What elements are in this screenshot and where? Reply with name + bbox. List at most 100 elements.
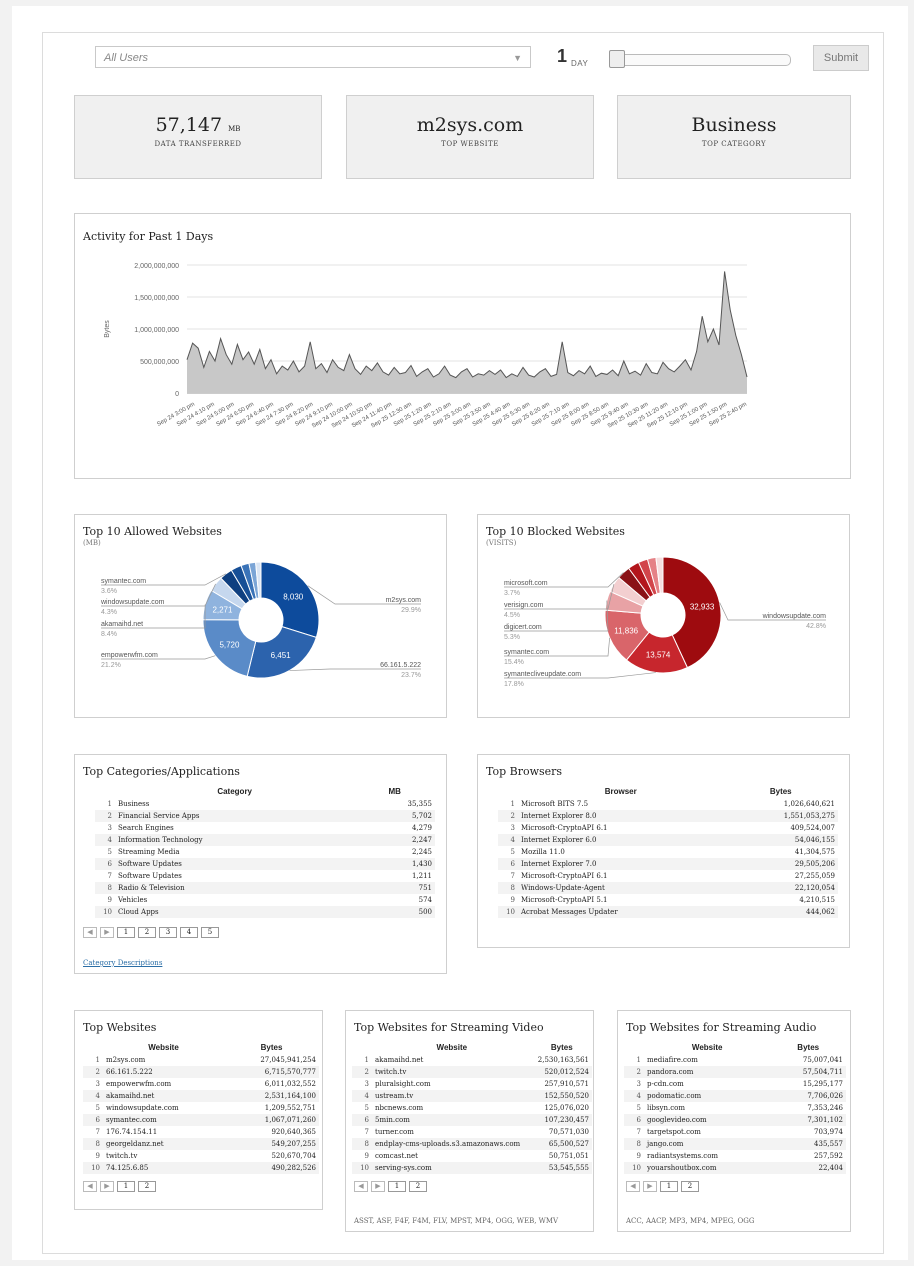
row-rank: 2	[498, 810, 518, 822]
legend-label: empowerwfm.com	[101, 652, 158, 659]
row-rank: 3	[636, 1080, 641, 1088]
table-row: 10 serving-sys.com 53,545,555	[352, 1162, 592, 1174]
row-rank: 7	[107, 872, 112, 880]
row-value: 1,209,552,751	[264, 1104, 316, 1112]
table-row: 1 akamaihd.net 2,530,163,561	[352, 1054, 592, 1066]
page-button[interactable]: 2	[681, 1181, 699, 1192]
row-rank: 1	[636, 1056, 641, 1064]
page-button[interactable]: 1	[388, 1181, 406, 1192]
prev-page-icon[interactable]: ◀	[83, 1181, 97, 1192]
row-value: 257,592	[814, 1152, 843, 1160]
submit-button[interactable]: Submit	[813, 45, 869, 71]
legend-label: verisign.com	[504, 602, 543, 609]
table-row: 9 twitch.tv 520,670,704	[83, 1150, 319, 1162]
col-header: Category	[217, 787, 253, 796]
row-value: 7,353,246	[807, 1104, 843, 1112]
page-button[interactable]: 1	[117, 1181, 135, 1192]
row-name: jango.com	[644, 1138, 771, 1150]
slice-value-label: 6,451	[271, 651, 292, 660]
row-name: Financial Service Apps	[115, 810, 355, 822]
row-value: 703,974	[814, 1128, 843, 1136]
table-row: 2 pandora.com 57,504,711	[624, 1066, 846, 1078]
legend-percent: 17.8%	[504, 681, 524, 688]
row-rank: 8	[624, 1138, 644, 1150]
page-button[interactable]: 3	[159, 927, 177, 938]
row-value: 7,301,102	[770, 1114, 846, 1126]
table-row: 10 Cloud Apps 500	[95, 906, 435, 918]
page-button[interactable]: 4	[180, 927, 198, 938]
row-name: turner.com	[375, 1128, 414, 1136]
row-value: 35,355	[407, 800, 433, 808]
row-value: 435,557	[770, 1138, 846, 1150]
row-name: Vehicles	[118, 896, 148, 904]
row-rank: 9	[364, 1152, 369, 1160]
row-rank: 1	[95, 1056, 100, 1064]
browsers-panel: Top Browsers Browser Bytes 1 Microsoft BI…	[477, 754, 850, 948]
row-value: 57,504,711	[770, 1066, 846, 1078]
video-panel: Top Websites for Streaming Video Website…	[345, 1010, 594, 1232]
row-name: podomatic.com	[644, 1090, 771, 1102]
y-axis-label: Bytes	[104, 320, 111, 338]
row-name: pluralsight.com	[375, 1080, 431, 1088]
table-row: 5 nbcnews.com 125,076,020	[352, 1102, 592, 1114]
user-select[interactable]: All Users ▼	[95, 46, 531, 68]
row-rank: 1	[364, 1056, 369, 1064]
legend-percent: 15.4%	[504, 659, 524, 666]
page-button[interactable]: 2	[409, 1181, 427, 1192]
row-rank: 4	[352, 1090, 372, 1102]
row-rank: 2	[352, 1066, 372, 1078]
row-name: symantec.com	[103, 1114, 225, 1126]
prev-page-icon[interactable]: ◀	[626, 1181, 640, 1192]
row-rank: 4	[624, 1090, 644, 1102]
row-value: 22,404	[770, 1162, 846, 1174]
prev-page-icon[interactable]: ◀	[83, 927, 97, 938]
row-value: 29,505,206	[723, 858, 838, 870]
page-button[interactable]: 1	[660, 1181, 678, 1192]
category-descriptions-link[interactable]: Category Descriptions	[83, 959, 162, 967]
table-row: 9 Vehicles 574	[95, 894, 435, 906]
page-button[interactable]: 5	[201, 927, 219, 938]
websites-title: Top Websites	[83, 1021, 157, 1034]
row-value: 751	[354, 882, 435, 894]
row-value: 574	[418, 896, 432, 904]
audio-panel: Top Websites for Streaming Audio Website…	[617, 1010, 851, 1232]
next-page-icon[interactable]: ▶	[371, 1181, 385, 1192]
slice-value-label: 13,574	[646, 651, 671, 660]
legend-label: m2sys.com	[386, 597, 422, 604]
prev-page-icon[interactable]: ◀	[354, 1181, 368, 1192]
row-value: 490,282,526	[224, 1162, 319, 1174]
page-button[interactable]: 2	[138, 1181, 156, 1192]
table-row: 2 66.161.5.222 6,715,570,777	[83, 1066, 319, 1078]
col-header: Bytes	[260, 1043, 283, 1052]
row-value: 15,295,177	[802, 1080, 843, 1088]
row-rank: 8	[498, 882, 518, 894]
row-rank: 5	[510, 848, 515, 856]
allowed-pie-chart: 8,030 6,451 5,720 2,271 m2sys.com 29.9% 66.161…	[100, 561, 422, 679]
row-rank: 4	[95, 834, 115, 846]
next-page-icon[interactable]: ▶	[100, 927, 114, 938]
row-name: targetspot.com	[647, 1128, 701, 1136]
row-rank: 1	[107, 800, 112, 808]
page-button[interactable]: 2	[138, 927, 156, 938]
categories-pager: ◀ ▶ 1 2 3 4 5	[83, 927, 219, 938]
row-value: 1,067,071,260	[224, 1114, 319, 1126]
y-tick-label: 0	[175, 391, 179, 398]
table-row: 7 targetspot.com 703,974	[624, 1126, 846, 1138]
slice-value-label: 2,271	[212, 605, 233, 614]
day-slider-handle[interactable]	[609, 50, 625, 68]
page-button[interactable]: 1	[117, 927, 135, 938]
row-name: youarshoutbox.com	[644, 1162, 771, 1174]
audio-formats: ACC, AACP, MP3, MP4, MPEG, OGG	[626, 1217, 755, 1225]
next-page-icon[interactable]: ▶	[643, 1181, 657, 1192]
kpi-top-website: m2sys.com TOP WEBSITE	[346, 95, 594, 179]
y-tick-label: 500,000,000	[140, 359, 179, 366]
browsers-table: Browser Bytes 1 Microsoft BITS 7.5 1,026,6…	[498, 785, 838, 918]
table-row: 7 turner.com 70,571,030	[352, 1126, 592, 1138]
y-tick-label: 2,000,000,000	[134, 263, 179, 270]
table-row: 6 5min.com 107,230,457	[352, 1114, 592, 1126]
day-slider-track[interactable]	[613, 54, 791, 66]
next-page-icon[interactable]: ▶	[100, 1181, 114, 1192]
legend-percent: 5.3%	[504, 634, 520, 641]
row-rank: 6	[498, 858, 518, 870]
table-row: 9 radiantsystems.com 257,592	[624, 1150, 846, 1162]
